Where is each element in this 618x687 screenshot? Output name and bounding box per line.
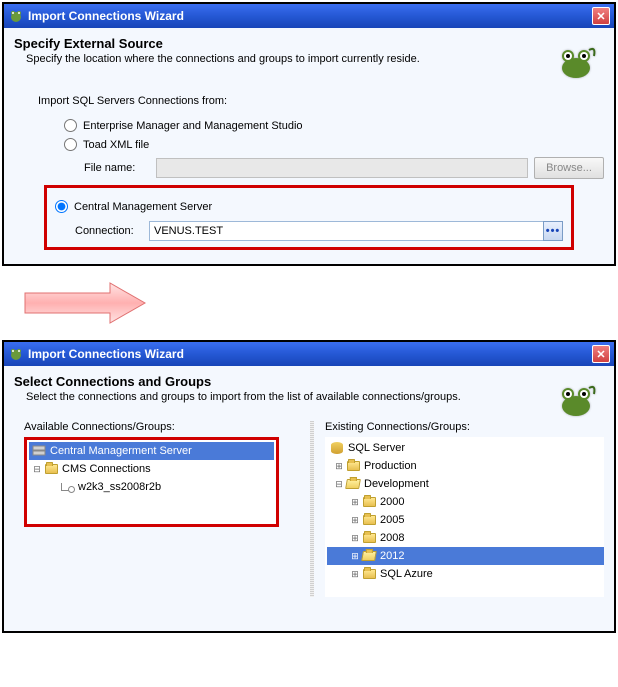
tree-label: 2005 bbox=[380, 514, 404, 526]
radio-ems-label: Enterprise Manager and Management Studio bbox=[83, 120, 303, 132]
collapse-icon[interactable]: ⊟ bbox=[31, 464, 43, 475]
close-icon: ✕ bbox=[596, 10, 605, 23]
connection-browse-button[interactable]: ••• bbox=[543, 221, 563, 241]
sqlserver-db-icon bbox=[329, 441, 345, 455]
toad-icon-2 bbox=[8, 346, 24, 362]
tree-item-cms-connections[interactable]: ⊟ CMS Connections bbox=[29, 460, 274, 478]
expand-icon[interactable]: ⊞ bbox=[349, 569, 361, 580]
expand-icon[interactable]: ⊞ bbox=[333, 461, 345, 472]
wizard-window-1: Import Connections Wizard ✕ Specify Exte… bbox=[2, 2, 616, 266]
folder-icon bbox=[345, 459, 361, 473]
radio-cms-label: Central Management Server bbox=[74, 201, 212, 213]
page-subheader-1: Specify the location where the connectio… bbox=[26, 53, 604, 65]
tree-item-cms-root[interactable]: Central Managerment Server bbox=[29, 442, 274, 460]
tree-label: SQL Server bbox=[348, 442, 405, 454]
browse-button: Browse... bbox=[534, 157, 604, 179]
folder-open-icon bbox=[361, 549, 377, 563]
close-button-2[interactable]: ✕ bbox=[592, 345, 610, 363]
expand-icon[interactable]: ⊞ bbox=[349, 497, 361, 508]
connection-icon bbox=[59, 480, 75, 494]
page-header-1: Specify External Source bbox=[14, 36, 604, 51]
folder-icon bbox=[43, 462, 59, 476]
available-tree[interactable]: Central Managerment Server ⊟ CMS Connect… bbox=[24, 437, 279, 527]
window-title-2: Import Connections Wizard bbox=[28, 347, 184, 361]
highlight-cms-section: Central Management Server Connection: ••… bbox=[44, 185, 574, 250]
page-header-2: Select Connections and Groups bbox=[14, 374, 604, 389]
splitter[interactable] bbox=[310, 421, 314, 597]
tree-item-2005[interactable]: ⊞ 2005 bbox=[327, 511, 602, 529]
wizard-window-2: Import Connections Wizard ✕ Select Conne… bbox=[2, 340, 616, 633]
tree-label: Central Managerment Server bbox=[50, 445, 192, 457]
folder-icon bbox=[361, 567, 377, 581]
tree-label: 2012 bbox=[380, 550, 404, 562]
tree-item-sql-azure[interactable]: ⊞ SQL Azure bbox=[327, 565, 602, 583]
tree-label: Production bbox=[364, 460, 417, 472]
tree-item-production[interactable]: ⊞ Production bbox=[327, 457, 602, 475]
tree-item-development[interactable]: ⊟ Development bbox=[327, 475, 602, 493]
import-from-label: Import SQL Servers Connections from: bbox=[38, 95, 604, 107]
existing-tree[interactable]: SQL Server ⊞ Production ⊟ Development bbox=[325, 437, 604, 597]
connection-label: Connection: bbox=[75, 225, 149, 237]
tree-item-2012[interactable]: ⊞ 2012 bbox=[327, 547, 604, 565]
connection-input[interactable] bbox=[149, 221, 544, 241]
close-button-1[interactable]: ✕ bbox=[592, 7, 610, 25]
file-name-input bbox=[156, 158, 528, 178]
radio-toad-xml[interactable] bbox=[64, 138, 77, 151]
window-title-1: Import Connections Wizard bbox=[28, 9, 184, 23]
ellipsis-icon: ••• bbox=[546, 225, 561, 237]
tree-item-connection[interactable]: w2k3_ss2008r2b bbox=[29, 478, 274, 496]
titlebar-2: Import Connections Wizard ✕ bbox=[4, 342, 614, 366]
tree-label: SQL Azure bbox=[380, 568, 433, 580]
tree-label: w2k3_ss2008r2b bbox=[78, 481, 161, 493]
tree-item-sqlserver[interactable]: SQL Server bbox=[327, 439, 602, 457]
tree-label: CMS Connections bbox=[62, 463, 151, 475]
page-subheader-2: Select the connections and groups to imp… bbox=[26, 391, 604, 403]
radio-ems[interactable] bbox=[64, 119, 77, 132]
toad-icon bbox=[8, 8, 24, 24]
collapse-icon[interactable]: ⊟ bbox=[333, 479, 345, 490]
close-icon-2: ✕ bbox=[596, 348, 605, 361]
titlebar-1: Import Connections Wizard ✕ bbox=[4, 4, 614, 28]
arrow-graphic bbox=[0, 268, 618, 338]
radio-cms[interactable] bbox=[55, 200, 68, 213]
expand-icon[interactable]: ⊞ bbox=[349, 515, 361, 526]
tree-label: Development bbox=[364, 478, 429, 490]
existing-tree-title: Existing Connections/Groups: bbox=[325, 421, 604, 433]
folder-icon bbox=[361, 513, 377, 527]
available-tree-title: Available Connections/Groups: bbox=[24, 421, 279, 433]
file-name-label: File name: bbox=[84, 162, 156, 174]
folder-icon bbox=[361, 531, 377, 545]
tree-item-2000[interactable]: ⊞ 2000 bbox=[327, 493, 602, 511]
folder-icon bbox=[361, 495, 377, 509]
radio-toad-xml-label: Toad XML file bbox=[83, 139, 149, 151]
expand-icon[interactable]: ⊞ bbox=[349, 551, 361, 562]
tree-item-2008[interactable]: ⊞ 2008 bbox=[327, 529, 602, 547]
expand-icon[interactable]: ⊞ bbox=[349, 533, 361, 544]
folder-open-icon bbox=[345, 477, 361, 491]
tree-label: 2000 bbox=[380, 496, 404, 508]
toad-mascot-icon-1 bbox=[554, 38, 598, 82]
toad-mascot-icon-2 bbox=[554, 376, 598, 420]
tree-label: 2008 bbox=[380, 532, 404, 544]
server-icon bbox=[31, 444, 47, 458]
